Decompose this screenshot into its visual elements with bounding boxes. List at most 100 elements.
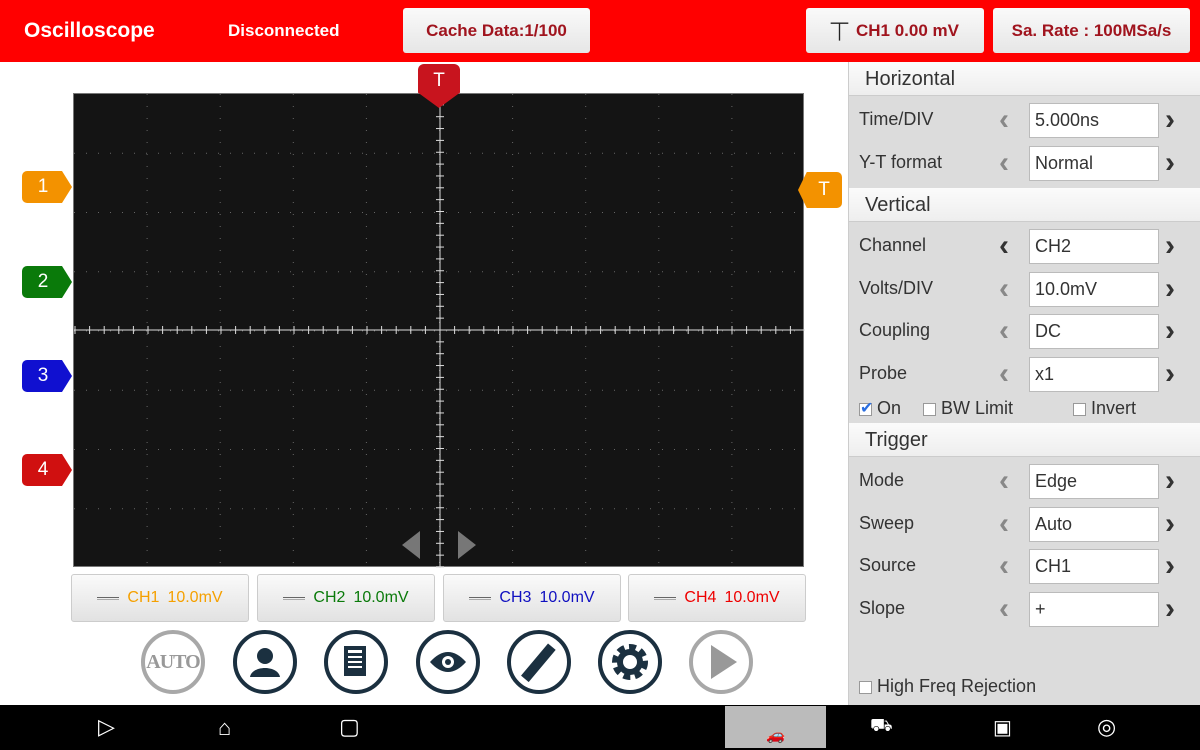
scroll-left-icon[interactable] [402,531,420,559]
recent-apps-icon[interactable]: ▢ [339,715,360,740]
time-div-row: Time/DIV ‹ 5.000ns › [849,99,1200,141]
checkbox-icon [1073,402,1086,416]
trigger-level-text: CH1 0.00 mV [856,20,959,40]
label: Sweep [859,513,915,533]
probe-row: Probe ‹ x1 › [849,353,1200,395]
back-icon[interactable]: ▷ [98,715,115,740]
coupling-value[interactable]: DC [1029,314,1159,349]
slope-value[interactable]: + [1029,592,1159,627]
label: Coupling [859,320,931,340]
ch-name: CH3 [499,589,532,606]
view-button[interactable] [416,630,480,694]
chevron-right-icon[interactable]: › [1165,509,1175,539]
run-button[interactable] [689,630,753,694]
chevron-right-icon[interactable]: › [1165,316,1175,346]
chevron-left-icon[interactable]: ‹ [999,594,1009,624]
label: Volts/DIV [859,278,934,298]
chevron-left-icon[interactable]: ‹ [999,466,1009,496]
checkbox-checked-icon: ✔ [859,399,874,417]
ch-name: CH1 [127,589,160,606]
chevron-right-icon[interactable]: › [1165,148,1175,178]
top-bar: Oscilloscope Disconnected Cache Data:1/1… [0,0,1200,62]
chevron-left-icon[interactable]: ‹ [999,551,1009,581]
ch2-marker[interactable]: 2 [22,266,72,298]
label: Y-T format [859,152,943,172]
home-icon[interactable]: ⌂ [218,715,231,741]
chevron-right-icon[interactable]: › [1165,231,1175,261]
probe-value[interactable]: x1 [1029,357,1159,392]
cache-data-button[interactable]: Cache Data:1/100 [403,8,590,53]
volts-div-value[interactable]: 10.0mV [1029,272,1159,307]
trigger-level-marker[interactable]: T [798,172,842,208]
scope-screen[interactable] [73,93,805,568]
ch4-button[interactable]: CH4 10.0mV [628,574,806,622]
mode-row: Mode ‹ Edge › [849,460,1200,502]
gear-icon [612,644,648,680]
yt-format-value[interactable]: Normal [1029,146,1159,181]
ch3-button[interactable]: CH3 10.0mV [443,574,621,622]
ch-name: CH4 [684,589,717,606]
sample-rate-button[interactable]: Sa. Rate : 100MSa/s [993,8,1190,53]
chevron-right-icon[interactable]: › [1165,551,1175,581]
label: Slope [859,598,906,618]
chevron-right-icon[interactable]: › [1165,594,1175,624]
chevron-left-icon[interactable]: ‹ [999,231,1009,261]
on-checkbox[interactable]: ✔ On [859,398,901,419]
gallery-icon[interactable]: ▣ [993,715,1012,739]
ch1-button[interactable]: CH1 10.0mV [71,574,249,622]
ch3-marker[interactable]: 3 [22,360,72,392]
ch2-button[interactable]: CH2 10.0mV [257,574,435,622]
trigger-header: Trigger [849,423,1200,457]
trigger-level-button[interactable]: ⏉ CH1 0.00 mV [806,8,984,53]
android-nav-bar: ▷ ⌂ ▢ 🚗 ⛟ ▣ ◎ [0,705,1200,750]
time-div-value[interactable]: 5.000ns [1029,103,1159,138]
line-icon [283,596,306,600]
ch1-marker[interactable]: 1 [22,171,72,203]
chevron-right-icon[interactable]: › [1165,105,1175,135]
source-row: Source ‹ CH1 › [849,545,1200,587]
user-icon [250,648,280,677]
high-freq-rejection-checkbox[interactable]: High Freq Rejection [859,676,1036,697]
chevron-left-icon[interactable]: ‹ [999,316,1009,346]
slope-row: Slope ‹ + › [849,588,1200,630]
chevron-left-icon[interactable]: ‹ [999,148,1009,178]
ch-name: CH2 [313,589,346,606]
volts-div-row: Volts/DIV ‹ 10.0mV › [849,268,1200,310]
measure-button[interactable] [507,630,571,694]
chevron-left-icon[interactable]: ‹ [999,105,1009,135]
sweep-value[interactable]: Auto [1029,507,1159,542]
horizontal-header: Horizontal [849,62,1200,96]
label: Source [859,555,917,575]
chevron-left-icon[interactable]: ‹ [999,274,1009,304]
chevron-right-icon[interactable]: › [1165,466,1175,496]
scroll-right-icon[interactable] [458,531,476,559]
ch-scale: 10.0mV [539,589,595,606]
vci-icon[interactable]: ⛟ [870,715,893,739]
sweep-row: Sweep ‹ Auto › [849,503,1200,545]
user-button[interactable] [233,630,297,694]
line-icon [654,596,677,600]
chevron-left-icon[interactable]: ‹ [999,509,1009,539]
line-icon [469,596,492,600]
source-value[interactable]: CH1 [1029,549,1159,584]
channel-row: Channel ‹ CH2 › [849,225,1200,267]
label: Mode [859,470,905,490]
chevron-right-icon[interactable]: › [1165,274,1175,304]
channel-value[interactable]: CH2 [1029,229,1159,264]
mode-value[interactable]: Edge [1029,464,1159,499]
bw-limit-checkbox[interactable]: BW Limit [923,398,1013,419]
chevron-right-icon[interactable]: › [1165,359,1175,389]
yt-format-row: Y-T format ‹ Normal › [849,142,1200,184]
auto-button[interactable]: AUTO [141,630,205,694]
high-freq-rejection-label: High Freq Rejection [877,676,1037,696]
ch4-marker[interactable]: 4 [22,454,72,486]
vertical-header: Vertical [849,188,1200,222]
ch-scale: 10.0mV [167,589,223,606]
auto-label: AUTO [146,650,200,673]
invert-checkbox[interactable]: Invert [1073,398,1136,419]
line-icon [97,596,120,600]
chevron-left-icon[interactable]: ‹ [999,359,1009,389]
report-button[interactable] [324,630,388,694]
browser-icon[interactable]: ◎ [1097,715,1116,740]
settings-button[interactable] [598,630,662,694]
